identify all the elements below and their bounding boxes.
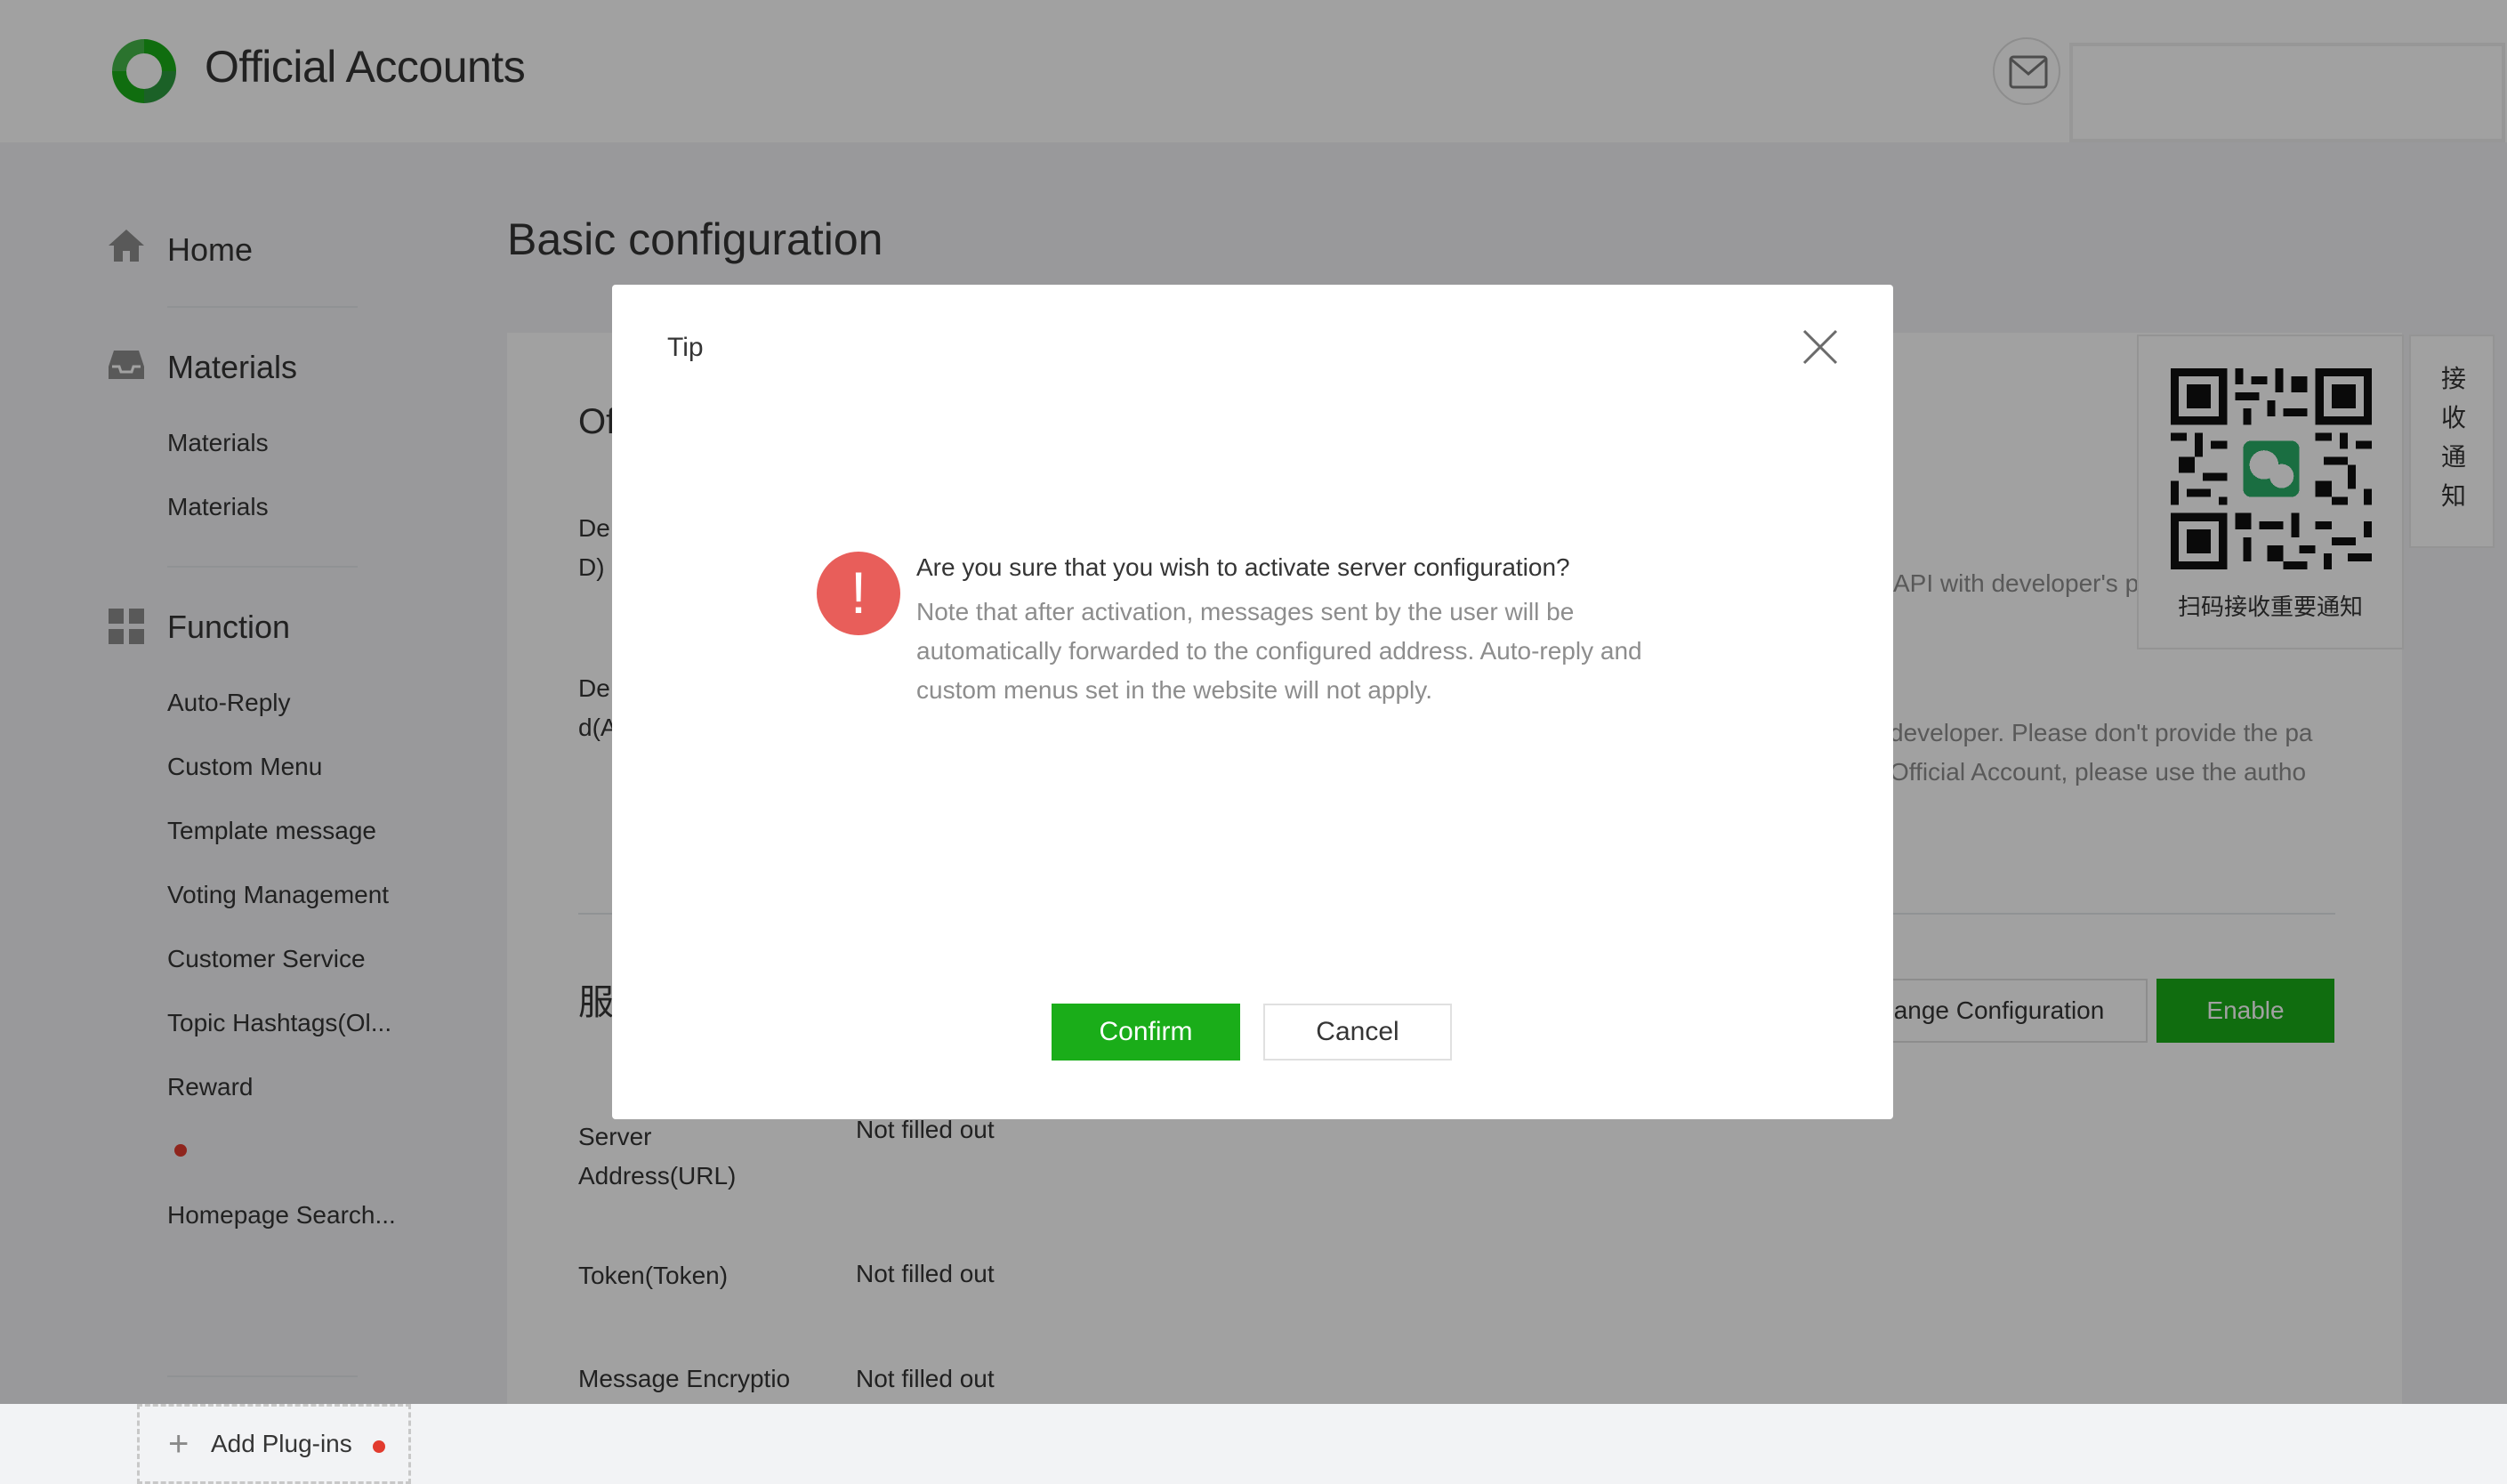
dialog-title: Tip (667, 333, 704, 362)
confirm-dialog: Tip ! Are you sure that you wish to acti… (612, 285, 1893, 1119)
confirm-button[interactable]: Confirm (1052, 1004, 1240, 1061)
warning-symbol: ! (850, 560, 867, 625)
notification-dot (373, 1440, 385, 1453)
warning-icon: ! (817, 552, 900, 635)
cancel-button[interactable]: Cancel (1263, 1004, 1452, 1061)
add-plugins-button[interactable]: + Add Plug-ins (137, 1404, 411, 1484)
add-plugins-label: Add Plug-ins (211, 1430, 352, 1457)
plus-icon: + (168, 1424, 189, 1464)
dialog-message: Are you sure that you wish to activate s… (916, 553, 1570, 581)
close-icon[interactable] (1801, 327, 1840, 367)
dialog-description: Note that after activation, messages sen… (916, 598, 1642, 704)
